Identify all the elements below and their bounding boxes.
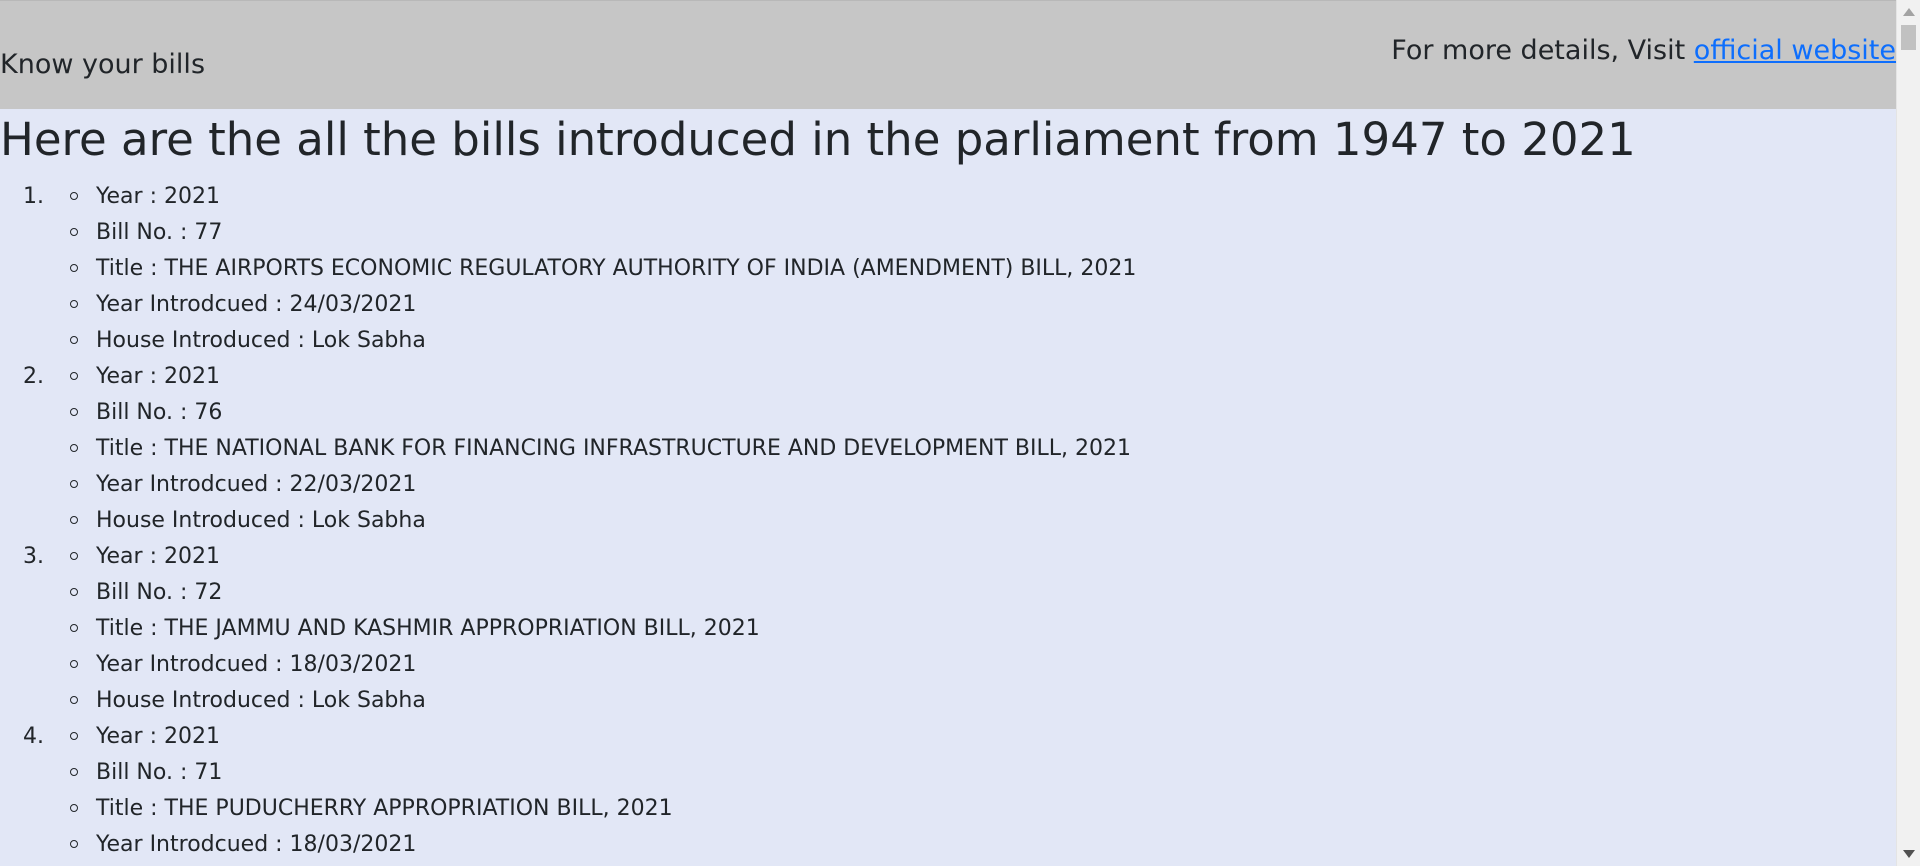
bill-item: 3. Year : 2021 Bill No. : 72 Title : THE…	[0, 539, 1896, 719]
circle-bullet-icon	[70, 552, 78, 560]
bill-year: Year : 2021	[0, 719, 1896, 755]
bill-year: Year : 2021	[0, 359, 1896, 395]
circle-bullet-icon	[70, 336, 78, 344]
bill-year: Year : 2021	[0, 179, 1896, 215]
header-details: For more details, Visit official website	[1391, 34, 1896, 68]
circle-bullet-icon	[70, 372, 78, 380]
bill-introduced-text: Year Introdcued : 24/03/2021	[96, 292, 417, 317]
bill-introduced-date: Year Introdcued : 18/03/2021	[0, 647, 1896, 683]
bill-year-text: Year : 2021	[96, 364, 220, 389]
bill-number-field: Bill No. : 72	[0, 575, 1896, 611]
page-title: Here are the all the bills introduced in…	[0, 113, 1636, 166]
bill-item: 1. Year : 2021 Bill No. : 77 Title : THE…	[0, 179, 1896, 359]
bill-introduced-date: Year Introdcued : 22/03/2021	[0, 467, 1896, 503]
bill-year-text: Year : 2021	[96, 544, 220, 569]
scroll-up-arrow-icon[interactable]	[1903, 8, 1915, 16]
bill-fields: Year : 2021 Bill No. : 76 Title : THE NA…	[0, 359, 1896, 539]
circle-bullet-icon	[70, 696, 78, 704]
header-bar: Know your bills For more details, Visit …	[0, 0, 1896, 109]
circle-bullet-icon	[70, 624, 78, 632]
bill-title-text: Title : THE JAMMU AND KASHMIR APPROPRIAT…	[96, 616, 760, 641]
circle-bullet-icon	[70, 192, 78, 200]
circle-bullet-icon	[70, 804, 78, 812]
bill-house-text: House Introduced : Lok Sabha	[96, 508, 426, 533]
bill-number-field: Bill No. : 76	[0, 395, 1896, 431]
brand-title: Know your bills	[0, 49, 206, 80]
bill-introduced-text: Year Introdcued : 22/03/2021	[96, 472, 417, 497]
bill-title: Title : THE NATIONAL BANK FOR FINANCING …	[0, 431, 1896, 467]
bill-introduced-text: Year Introdcued : 18/03/2021	[96, 832, 417, 857]
circle-bullet-icon	[70, 732, 78, 740]
bill-year-text: Year : 2021	[96, 724, 220, 749]
bill-no-text: Bill No. : 76	[96, 400, 223, 425]
circle-bullet-icon	[70, 516, 78, 524]
scroll-down-arrow-icon[interactable]	[1903, 850, 1915, 858]
bills-list: 1. Year : 2021 Bill No. : 77 Title : THE…	[0, 179, 1896, 863]
bill-no-text: Bill No. : 71	[96, 760, 223, 785]
bill-title-text: Title : THE NATIONAL BANK FOR FINANCING …	[96, 436, 1131, 461]
official-website-link[interactable]: official website	[1694, 35, 1896, 66]
circle-bullet-icon	[70, 768, 78, 776]
circle-bullet-icon	[70, 228, 78, 236]
bill-no-text: Bill No. : 77	[96, 220, 223, 245]
bill-introduced-text: Year Introdcued : 18/03/2021	[96, 652, 417, 677]
bill-number-field: Bill No. : 77	[0, 215, 1896, 251]
bill-house-text: House Introduced : Lok Sabha	[96, 688, 426, 713]
bill-title: Title : THE PUDUCHERRY APPROPRIATION BIL…	[0, 791, 1896, 827]
bill-house: House Introduced : Lok Sabha	[0, 503, 1896, 539]
bill-fields: Year : 2021 Bill No. : 71 Title : THE PU…	[0, 719, 1896, 863]
circle-bullet-icon	[70, 300, 78, 308]
circle-bullet-icon	[70, 444, 78, 452]
bill-introduced-date: Year Introdcued : 18/03/2021	[0, 827, 1896, 863]
bill-year-text: Year : 2021	[96, 184, 220, 209]
bill-no-text: Bill No. : 72	[96, 580, 223, 605]
bill-house: House Introduced : Lok Sabha	[0, 683, 1896, 719]
scroll-thumb[interactable]	[1901, 25, 1916, 50]
bill-number-field: Bill No. : 71	[0, 755, 1896, 791]
circle-bullet-icon	[70, 840, 78, 848]
circle-bullet-icon	[70, 588, 78, 596]
bill-title: Title : THE AIRPORTS ECONOMIC REGULATORY…	[0, 251, 1896, 287]
bill-title-text: Title : THE PUDUCHERRY APPROPRIATION BIL…	[96, 796, 673, 821]
bill-house: House Introduced : Lok Sabha	[0, 323, 1896, 359]
bill-title: Title : THE JAMMU AND KASHMIR APPROPRIAT…	[0, 611, 1896, 647]
bill-fields: Year : 2021 Bill No. : 77 Title : THE AI…	[0, 179, 1896, 359]
circle-bullet-icon	[70, 264, 78, 272]
circle-bullet-icon	[70, 660, 78, 668]
circle-bullet-icon	[70, 480, 78, 488]
vertical-scrollbar[interactable]	[1896, 0, 1920, 866]
bill-fields: Year : 2021 Bill No. : 72 Title : THE JA…	[0, 539, 1896, 719]
bill-item: 4. Year : 2021 Bill No. : 71 Title : THE…	[0, 719, 1896, 863]
page: Know your bills For more details, Visit …	[0, 0, 1920, 866]
bill-year: Year : 2021	[0, 539, 1896, 575]
details-text: For more details, Visit	[1391, 35, 1694, 66]
bill-item: 2. Year : 2021 Bill No. : 76 Title : THE…	[0, 359, 1896, 539]
bill-house-text: House Introduced : Lok Sabha	[96, 328, 426, 353]
bill-introduced-date: Year Introdcued : 24/03/2021	[0, 287, 1896, 323]
bill-title-text: Title : THE AIRPORTS ECONOMIC REGULATORY…	[96, 256, 1137, 281]
circle-bullet-icon	[70, 408, 78, 416]
